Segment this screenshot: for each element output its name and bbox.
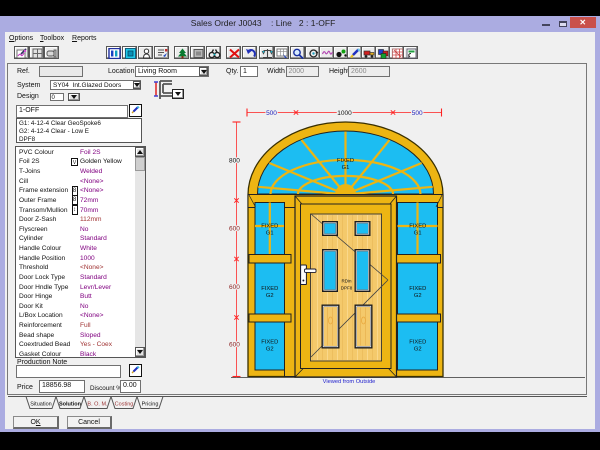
svg-text:FIXED: FIXED (409, 286, 426, 292)
svg-text:Solution: Solution (59, 401, 82, 407)
svg-text:G2: G2 (414, 293, 422, 299)
svg-text:600: 600 (229, 342, 240, 349)
svg-text:600: 600 (229, 226, 240, 233)
svg-text:FIXED: FIXED (409, 224, 426, 230)
svg-text:Viewed from Outside: Viewed from Outside (323, 379, 376, 385)
svg-text:G1: G1 (342, 165, 350, 171)
svg-text:Situation: Situation (30, 401, 51, 407)
svg-text:G2: G2 (266, 293, 274, 299)
svg-text:G1: G1 (266, 231, 274, 237)
svg-text:600: 600 (229, 284, 240, 291)
svg-text:B. O. M.: B. O. M. (87, 401, 108, 407)
svg-text:FIXED: FIXED (409, 340, 426, 346)
svg-text:800: 800 (229, 158, 240, 165)
svg-text:500: 500 (266, 110, 277, 117)
svg-text:G2: G2 (414, 347, 422, 353)
svg-text:500: 500 (412, 110, 423, 117)
svg-text:Costing: Costing (115, 401, 134, 407)
svg-text:1000: 1000 (337, 110, 352, 117)
svg-text:FIXED: FIXED (261, 286, 278, 292)
svg-text:Pricing: Pricing (142, 401, 159, 407)
svg-text:G2: G2 (266, 347, 274, 353)
svg-text:FIXED: FIXED (261, 340, 278, 346)
svg-text:FIXED: FIXED (261, 224, 278, 230)
svg-text:FIXED: FIXED (337, 158, 354, 164)
svg-text:G1: G1 (414, 231, 422, 237)
svg-text:RDin: RDin (341, 279, 351, 284)
svg-text:DPF8: DPF8 (341, 286, 353, 291)
